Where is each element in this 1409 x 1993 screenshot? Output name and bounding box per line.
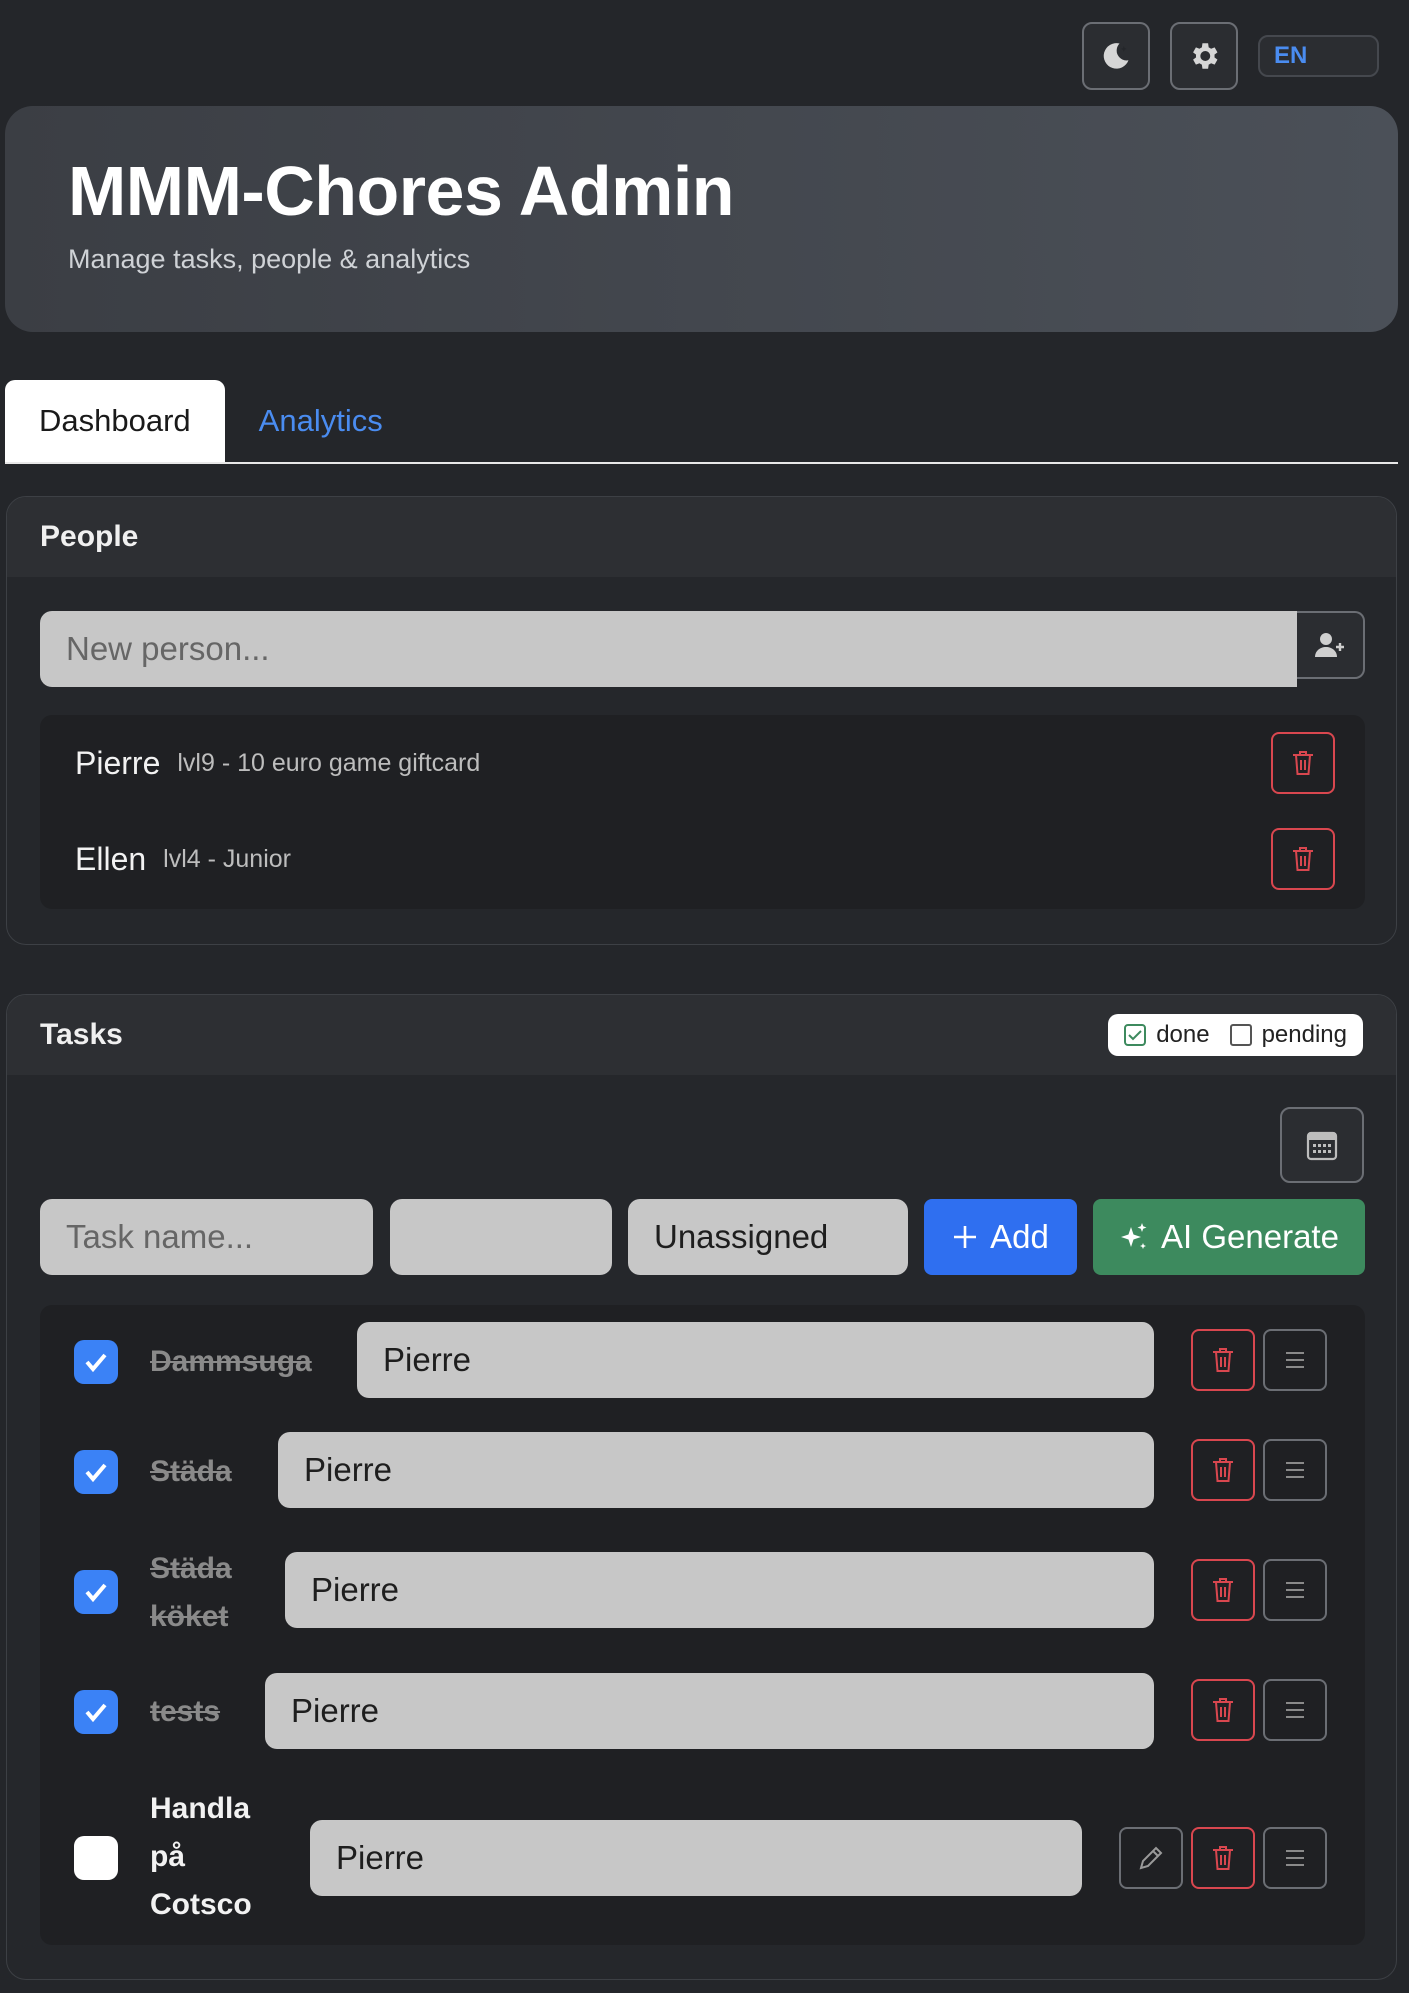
check-icon xyxy=(85,1703,107,1723)
tasks-list: Dammsuga Pierre Städa Pierre Städa köket… xyxy=(40,1305,1365,1945)
drag-handle-icon xyxy=(1286,1850,1304,1866)
add-task-button[interactable]: Add xyxy=(924,1199,1077,1275)
list-item: Pierre lvl9 - 10 euro game giftcard xyxy=(40,715,1365,811)
calendar-button[interactable] xyxy=(1280,1107,1364,1183)
task-assignee-select[interactable]: Pierre xyxy=(357,1322,1154,1398)
task-date-input[interactable] xyxy=(390,1199,612,1275)
ai-generate-label: AI Generate xyxy=(1161,1218,1339,1255)
language-select[interactable]: EN xyxy=(1258,35,1379,77)
person-name: Pierre xyxy=(75,744,161,781)
task-row: Handla på Cotsco Pierre xyxy=(40,1765,1365,1945)
trash-icon xyxy=(1293,847,1313,871)
delete-person-button[interactable] xyxy=(1271,732,1335,794)
check-icon xyxy=(85,1583,107,1603)
drag-handle-icon xyxy=(1286,1462,1304,1478)
trash-icon xyxy=(1213,1458,1233,1482)
people-card-header: People xyxy=(7,497,1396,577)
legend-done-label: done xyxy=(1156,1021,1210,1048)
ai-generate-button[interactable]: AI Generate xyxy=(1093,1199,1365,1275)
gear-icon xyxy=(1193,43,1218,69)
drag-handle-button[interactable] xyxy=(1263,1439,1327,1501)
delete-task-button[interactable] xyxy=(1191,1679,1255,1741)
tasks-card: Tasks done pending Unassigned xyxy=(6,994,1397,1980)
top-toolbar: EN xyxy=(1082,22,1379,90)
people-title: People xyxy=(40,520,139,553)
drag-handle-button[interactable] xyxy=(1263,1679,1327,1741)
task-name[interactable]: Handla på Cotsco xyxy=(150,1785,270,1929)
moon-stars-icon xyxy=(1103,43,1129,69)
task-checkbox[interactable] xyxy=(74,1836,118,1880)
tab-dashboard[interactable]: Dashboard xyxy=(5,380,225,462)
pencil-icon xyxy=(1139,1846,1163,1870)
plus-icon xyxy=(954,1226,977,1248)
tasks-card-header: Tasks done pending xyxy=(7,995,1396,1075)
check-icon xyxy=(85,1353,107,1373)
task-assignee-select[interactable]: Pierre xyxy=(310,1820,1082,1896)
tab-bar: Dashboard Analytics xyxy=(5,380,1398,464)
delete-task-button[interactable] xyxy=(1191,1329,1255,1391)
drag-handle-icon xyxy=(1286,1702,1304,1718)
person-plus-icon xyxy=(1315,633,1344,657)
trash-icon xyxy=(1293,751,1313,775)
list-item: Ellen lvl4 - Junior xyxy=(40,811,1365,907)
trash-icon xyxy=(1213,1578,1233,1602)
new-person-input[interactable] xyxy=(40,611,1297,687)
task-name[interactable]: Dammsuga xyxy=(150,1338,312,1386)
trash-icon xyxy=(1213,1348,1233,1372)
drag-handle-button[interactable] xyxy=(1263,1827,1327,1889)
page-title: MMM-Chores Admin xyxy=(68,152,735,230)
task-name[interactable]: Städa köket xyxy=(150,1545,250,1641)
task-assignee-select[interactable]: Pierre xyxy=(265,1673,1154,1749)
tasks-title: Tasks xyxy=(40,1018,123,1051)
task-checkbox[interactable] xyxy=(74,1690,118,1734)
tab-analytics[interactable]: Analytics xyxy=(225,380,417,462)
language-value: EN xyxy=(1274,42,1308,69)
trash-icon xyxy=(1213,1846,1233,1870)
check-icon xyxy=(85,1463,107,1483)
unchecked-box-icon xyxy=(1229,1024,1252,1046)
sparkles-icon xyxy=(1121,1223,1147,1249)
trash-icon xyxy=(1213,1698,1233,1722)
theme-toggle-button[interactable] xyxy=(1082,22,1150,90)
task-checkbox[interactable] xyxy=(74,1570,118,1614)
drag-handle-icon xyxy=(1286,1582,1304,1598)
people-list: Pierre lvl9 - 10 euro game giftcard Elle… xyxy=(40,715,1365,909)
assignee-select[interactable]: Unassigned xyxy=(628,1199,908,1275)
header-banner: MMM-Chores Admin Manage tasks, people & … xyxy=(5,106,1398,332)
person-name: Ellen xyxy=(75,840,147,877)
task-assignee-select[interactable]: Pierre xyxy=(285,1552,1154,1628)
task-row: Städa köket Pierre xyxy=(40,1525,1365,1645)
task-name-input[interactable] xyxy=(40,1199,373,1275)
task-row: Städa Pierre xyxy=(40,1415,1365,1525)
add-task-label: Add xyxy=(990,1218,1049,1255)
people-card: People Pierre lvl9 - 10 euro game giftca… xyxy=(6,496,1397,945)
delete-task-button[interactable] xyxy=(1191,1827,1255,1889)
task-row: Dammsuga Pierre xyxy=(40,1305,1365,1415)
checked-box-icon xyxy=(1124,1024,1147,1046)
calendar-icon xyxy=(1306,1131,1338,1161)
person-level: lvl4 - Junior xyxy=(163,844,291,873)
task-name[interactable]: Städa xyxy=(150,1448,232,1496)
settings-button[interactable] xyxy=(1170,22,1238,90)
page-subtitle: Manage tasks, people & analytics xyxy=(68,244,471,274)
status-legend: done pending xyxy=(1108,1014,1363,1056)
new-person-row xyxy=(40,611,1365,687)
task-row: tests Pierre xyxy=(40,1645,1365,1755)
task-checkbox[interactable] xyxy=(74,1450,118,1494)
delete-person-button[interactable] xyxy=(1271,828,1335,890)
task-checkbox[interactable] xyxy=(74,1340,118,1384)
person-level: lvl9 - 10 euro game giftcard xyxy=(177,748,481,777)
task-assignee-select[interactable]: Pierre xyxy=(278,1432,1154,1508)
delete-task-button[interactable] xyxy=(1191,1439,1255,1501)
drag-handle-icon xyxy=(1286,1352,1304,1368)
add-person-button[interactable] xyxy=(1297,611,1365,679)
legend-pending-label: pending xyxy=(1261,1021,1347,1048)
drag-handle-button[interactable] xyxy=(1263,1559,1327,1621)
drag-handle-button[interactable] xyxy=(1263,1329,1327,1391)
delete-task-button[interactable] xyxy=(1191,1559,1255,1621)
edit-task-button[interactable] xyxy=(1119,1827,1183,1889)
task-name[interactable]: tests xyxy=(150,1688,220,1736)
